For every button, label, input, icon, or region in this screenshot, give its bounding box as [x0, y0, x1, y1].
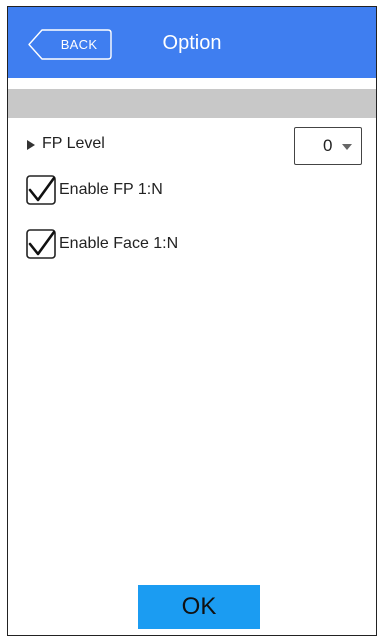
enable-face-1n-label: Enable Face 1:N	[59, 235, 179, 252]
enable-fp-1n-checkbox[interactable]	[26, 175, 56, 205]
fp-level-selected-value: 0	[323, 136, 333, 155]
fp-level-row: FP Level 0	[8, 127, 376, 167]
enable-face-1n-checkbox-row[interactable]: Enable Face 1:N	[26, 227, 346, 261]
section-divider-bar	[8, 89, 376, 118]
ok-button[interactable]: OK	[138, 585, 260, 629]
right-triangle-icon	[27, 140, 35, 150]
enable-fp-1n-label: Enable FP 1:N	[59, 181, 163, 198]
enable-face-1n-checkbox[interactable]	[26, 229, 56, 259]
caret-down-icon	[342, 144, 352, 150]
enable-fp-1n-checkbox-row[interactable]: Enable FP 1:N	[26, 173, 346, 207]
fp-level-dropdown[interactable]: 0	[294, 127, 362, 165]
screen-frame: BACK Option FP Level 0 Enable FP 1:N Ena…	[7, 6, 377, 636]
page-title: Option	[162, 32, 222, 54]
header-bar: BACK Option	[8, 7, 376, 78]
fp-level-label: FP Level	[42, 135, 105, 152]
